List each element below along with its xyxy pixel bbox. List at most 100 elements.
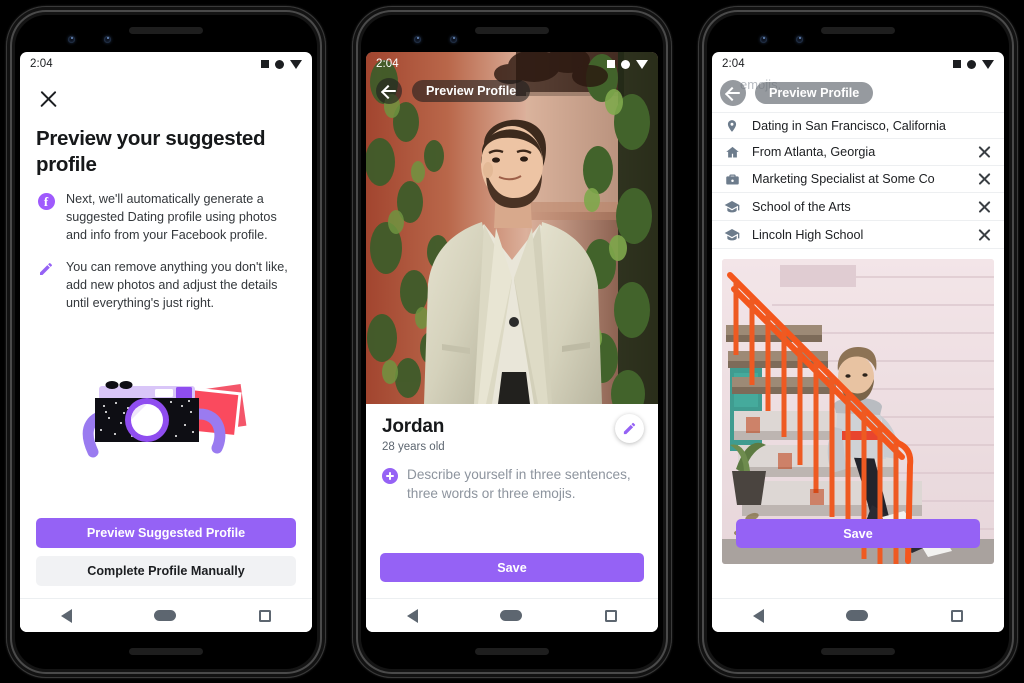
status-icons [607, 59, 648, 69]
remove-button[interactable] [977, 227, 992, 242]
phone-1-screen: 2:04 Preview your suggested profile f Ne… [20, 52, 312, 632]
facebook-icon: f [36, 191, 56, 245]
profile-details: emojis. Preview Profile Dating in San Fr… [712, 76, 1004, 598]
phone-3-screen: 2:04 emojis. Preview Profile [712, 52, 1004, 632]
list-item-label: School of the Arts [752, 199, 851, 214]
phone-2-screen: 2:04 Preview Profile Jordan 28 years old… [366, 52, 658, 632]
phone-2-app-body: 2:04 Preview Profile Jordan 28 years old… [366, 52, 658, 632]
header-title: Preview Profile [412, 80, 531, 102]
man-in-cream-suit-against-ivy-wall [366, 52, 658, 404]
front-sensor-icon [104, 36, 111, 43]
close-icon[interactable] [36, 86, 62, 112]
save-button[interactable]: Save [380, 553, 644, 582]
front-camera-icon [760, 36, 767, 43]
nav-back-icon[interactable] [407, 608, 419, 623]
arrow-left-icon [726, 92, 740, 94]
circle-icon [621, 59, 630, 69]
circle-icon [275, 59, 284, 69]
status-icons [953, 59, 994, 69]
nav-home-icon[interactable] [500, 610, 523, 621]
intro-actions: Preview Suggested Profile Complete Profi… [20, 518, 312, 598]
status-bar: 2:04 [712, 52, 1004, 76]
nav-recents-icon[interactable] [604, 609, 617, 622]
list-item-label: Dating in San Francisco, California [752, 118, 946, 133]
list-item-label: From Atlanta, Georgia [752, 145, 876, 159]
earpiece-speaker [129, 27, 203, 34]
list-item[interactable]: Marketing Specialist at Some Co [712, 166, 1004, 193]
android-nav-bar [20, 598, 312, 632]
edit-profile-button[interactable] [615, 414, 644, 443]
earpiece-speaker [475, 27, 549, 34]
plus-icon [382, 468, 398, 484]
triangle-down-icon [636, 59, 648, 69]
intro-content: Preview your suggested profile f Next, w… [20, 76, 312, 518]
back-button[interactable] [376, 78, 402, 104]
list-item[interactable]: School of the Arts [712, 193, 1004, 221]
front-sensor-icon [796, 36, 803, 43]
profile-age: 28 years old [382, 441, 445, 453]
square-icon [261, 60, 269, 68]
complete-profile-manually-button[interactable]: Complete Profile Manually [36, 556, 296, 586]
triangle-down-icon [290, 59, 302, 69]
earpiece-speaker [821, 27, 895, 34]
remove-button[interactable] [977, 172, 992, 187]
list-item-label: Marketing Specialist at Some Co [752, 172, 935, 186]
header-title: Preview Profile [755, 82, 874, 104]
square-icon [953, 60, 961, 68]
phone-3-app-body: emojis. Preview Profile Dating in San Fr… [712, 76, 1004, 632]
graduation-cap-icon [722, 227, 742, 243]
bio-prompt[interactable]: Describe yourself in three sentences, th… [382, 465, 642, 503]
profile-photo[interactable]: 2:04 Preview Profile [366, 52, 658, 404]
remove-button[interactable] [977, 145, 992, 160]
profile-photo[interactable]: Save [722, 259, 994, 564]
bullet-item-facebook: f Next, we'll automatically generate a s… [36, 191, 296, 245]
android-nav-bar [712, 598, 1004, 632]
bottom-speaker [821, 648, 895, 655]
list-item[interactable]: Dating in San Francisco, California [712, 112, 1004, 139]
pencil-icon [36, 259, 56, 313]
preview-suggested-profile-button[interactable]: Preview Suggested Profile [36, 518, 296, 548]
front-sensor-icon [450, 36, 457, 43]
home-icon [722, 145, 742, 160]
remove-button[interactable] [977, 199, 992, 214]
front-camera-icon [414, 36, 421, 43]
location-pin-icon [722, 119, 742, 133]
preview-profile-header: Preview Profile [720, 80, 874, 106]
camera-with-photos-illustration [36, 313, 296, 519]
status-bar: 2:04 [366, 52, 658, 76]
bullet-text: You can remove anything you don't like, … [66, 259, 288, 310]
nav-recents-icon[interactable] [950, 609, 963, 622]
status-bar: 2:04 [20, 52, 312, 76]
pencil-icon [623, 422, 636, 435]
bio-prompt-text: Describe yourself in three sentences, th… [407, 467, 631, 502]
list-item[interactable]: From Atlanta, Georgia [712, 139, 1004, 166]
android-nav-bar [366, 598, 658, 632]
bullet-item-edit: You can remove anything you don't like, … [36, 259, 296, 313]
profile-name: Jordan [382, 416, 445, 437]
bottom-speaker [475, 648, 549, 655]
phone-3: 2:04 emojis. Preview Profile [698, 6, 1018, 678]
preview-profile-header: Preview Profile [366, 78, 658, 104]
profile-info: Jordan 28 years old Describe yourself in… [366, 404, 658, 598]
list-item-label: Lincoln High School [752, 227, 864, 242]
circle-icon [967, 59, 976, 69]
phone-1-app-body: Preview your suggested profile f Next, w… [20, 76, 312, 632]
arrow-left-icon [382, 90, 396, 92]
save-button[interactable]: Save [736, 519, 980, 548]
bottom-speaker [129, 648, 203, 655]
nav-recents-icon[interactable] [258, 609, 271, 622]
status-time: 2:04 [376, 58, 399, 70]
phone-1: 2:04 Preview your suggested profile f Ne… [6, 6, 326, 678]
status-time: 2:04 [722, 58, 745, 70]
nav-home-icon[interactable] [154, 610, 177, 621]
nav-back-icon[interactable] [753, 608, 765, 623]
back-button[interactable] [720, 80, 746, 106]
front-camera-icon [68, 36, 75, 43]
nav-back-icon[interactable] [61, 608, 73, 623]
square-icon [607, 60, 615, 68]
nav-home-icon[interactable] [846, 610, 869, 621]
list-item[interactable]: Lincoln High School [712, 221, 1004, 249]
phone-2: 2:04 Preview Profile Jordan 28 years old… [352, 6, 672, 678]
bullet-list: f Next, we'll automatically generate a s… [36, 191, 296, 312]
page-title: Preview your suggested profile [36, 127, 266, 176]
